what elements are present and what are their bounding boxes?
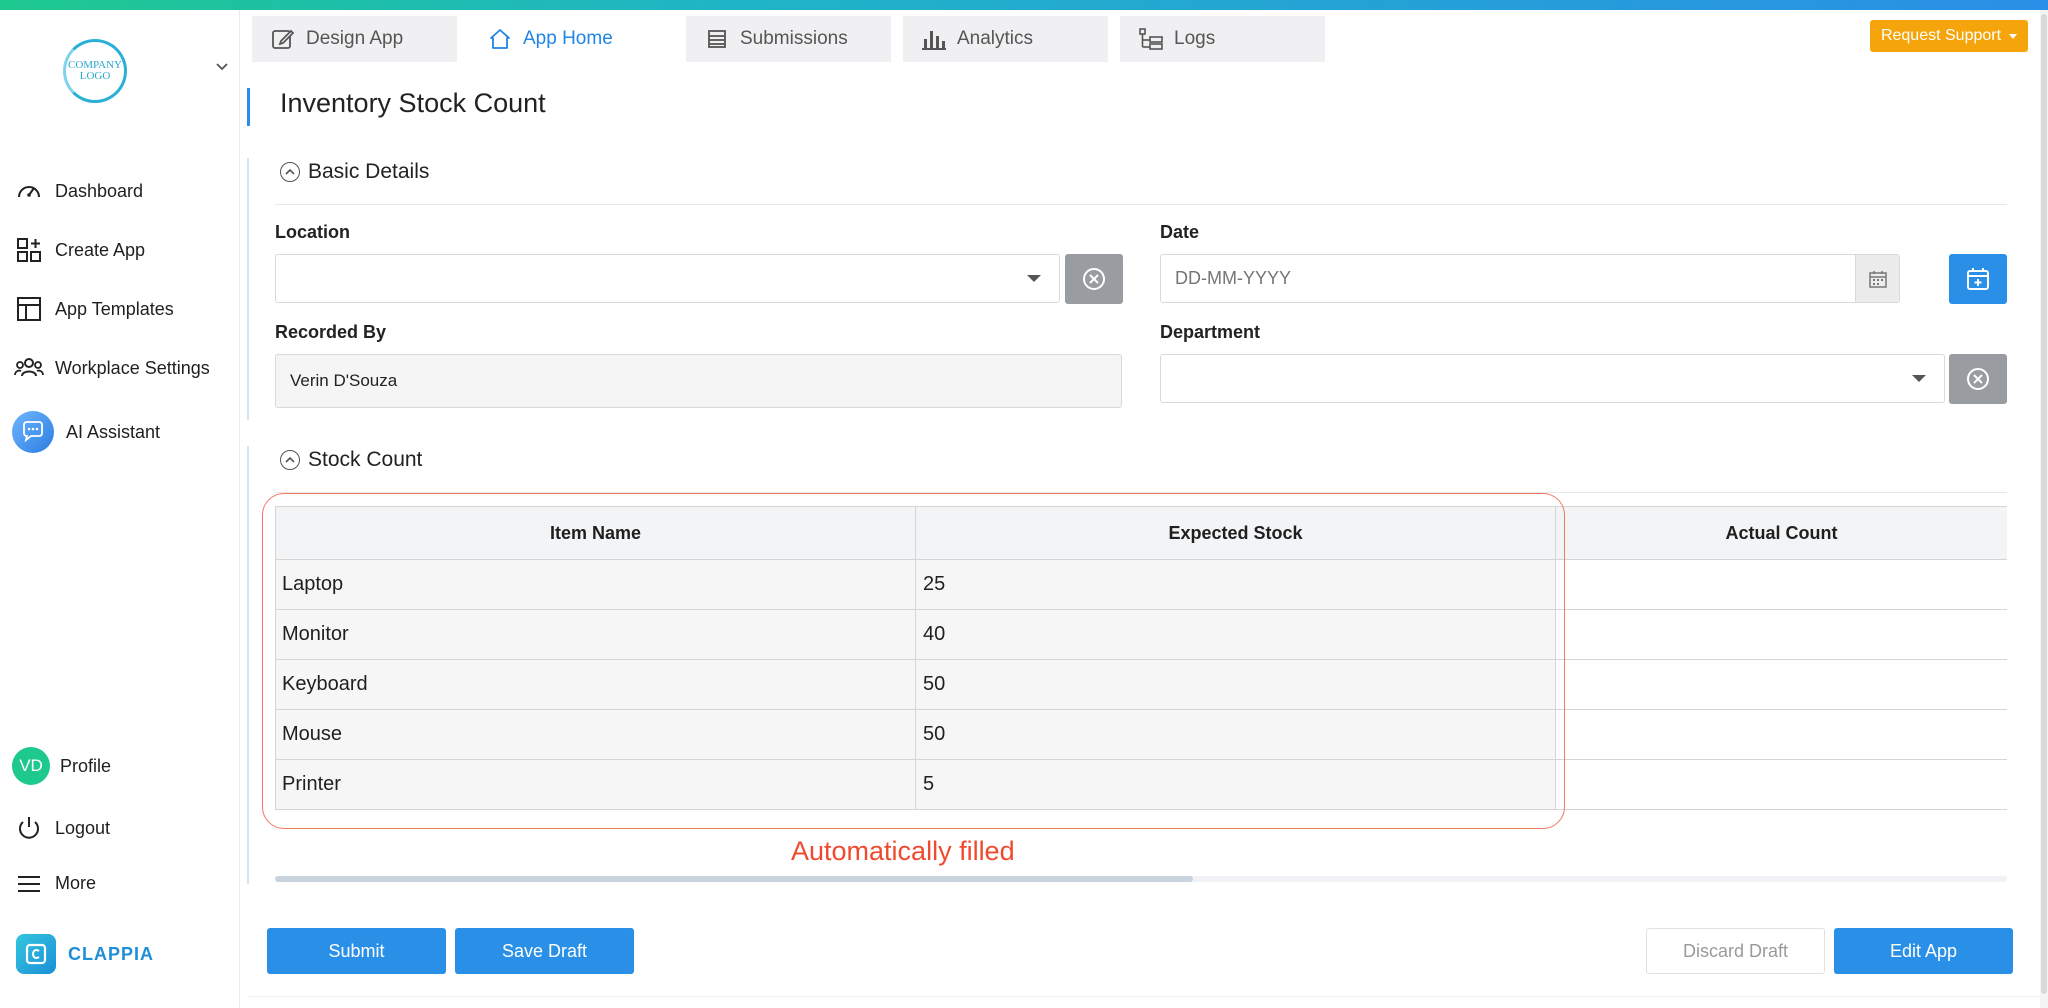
sidebar-item-more[interactable]: More xyxy=(14,868,96,898)
speedometer-icon xyxy=(14,176,44,206)
tab-label: Submissions xyxy=(740,28,848,49)
tab-submissions[interactable]: Submissions xyxy=(686,16,891,62)
section-title: Basic Details xyxy=(308,160,430,183)
discard-draft-button[interactable]: Discard Draft xyxy=(1646,928,1825,974)
sidebar-item-label: Dashboard xyxy=(55,180,144,201)
edit-app-button[interactable]: Edit App xyxy=(1834,928,2013,974)
sidebar: COMPANY LOGO Dashboard Create App App Te… xyxy=(0,10,240,1008)
app-tabs: Design App App Home Submissions Analytic… xyxy=(252,16,1337,62)
section-basic-details[interactable]: Basic Details xyxy=(280,160,429,184)
list-icon xyxy=(704,26,730,52)
calendar-icon[interactable] xyxy=(1855,255,1899,302)
department-clear-button[interactable] xyxy=(1949,354,2007,404)
template-icon xyxy=(14,294,44,324)
avatar: VD xyxy=(12,747,50,785)
save-draft-button[interactable]: Save Draft xyxy=(455,928,634,974)
page-scrollbar-thumb[interactable] xyxy=(2041,14,2047,994)
clappia-logo-icon xyxy=(16,934,56,974)
cell-actual-count[interactable] xyxy=(1556,760,2007,809)
department-select[interactable] xyxy=(1160,354,1945,403)
sidebar-item-label: Logout xyxy=(55,817,111,838)
date-input[interactable] xyxy=(1161,268,1841,289)
section-guide-line xyxy=(247,446,249,884)
sidebar-item-label: Workplace Settings xyxy=(55,357,210,378)
users-icon xyxy=(14,353,44,383)
cell-actual-count[interactable] xyxy=(1556,610,2007,659)
sidebar-item-workplace-settings[interactable]: Workplace Settings xyxy=(14,353,210,383)
tab-app-home[interactable]: App Home xyxy=(469,16,674,62)
date-picker-button[interactable] xyxy=(1949,254,2007,304)
page-scrollbar[interactable] xyxy=(2040,10,2048,1008)
dropdown-arrow-icon xyxy=(1027,275,1041,282)
footer-divider xyxy=(247,996,2040,997)
table-scrollbar-thumb[interactable] xyxy=(275,876,1193,882)
location-select[interactable] xyxy=(275,254,1060,303)
submit-button[interactable]: Submit xyxy=(267,928,446,974)
bar-chart-icon xyxy=(921,26,947,52)
section-divider xyxy=(275,204,2007,205)
home-icon xyxy=(487,26,513,52)
menu-icon xyxy=(14,868,44,898)
logs-icon xyxy=(1138,26,1164,52)
power-icon xyxy=(14,813,44,843)
date-field[interactable] xyxy=(1160,254,1900,303)
sidebar-item-label: AI Assistant xyxy=(66,421,161,442)
caret-down-icon xyxy=(2009,33,2018,39)
grid-plus-icon xyxy=(14,235,44,265)
sidebar-item-label: App Templates xyxy=(55,298,174,319)
company-logo[interactable]: COMPANY LOGO xyxy=(58,34,132,108)
recorded-by-label: Recorded By xyxy=(275,322,387,342)
ai-chat-icon xyxy=(12,411,54,453)
location-label: Location xyxy=(275,222,350,242)
tab-label: Design App xyxy=(306,28,404,49)
brand-name: CLAPPIA xyxy=(68,943,155,964)
tab-analytics[interactable]: Analytics xyxy=(903,16,1108,62)
calendar-plus-icon xyxy=(1967,268,1989,290)
sidebar-item-label: More xyxy=(55,872,97,893)
logo-circle: COMPANY LOGO xyxy=(63,39,127,103)
sidebar-item-ai-assistant[interactable]: AI Assistant xyxy=(12,410,160,454)
sidebar-item-profile[interactable]: VD Profile xyxy=(12,746,111,786)
sidebar-item-label: Create App xyxy=(55,239,146,260)
date-label: Date xyxy=(1160,222,1200,242)
chevron-down-icon[interactable] xyxy=(215,60,229,74)
cell-actual-count[interactable] xyxy=(1556,660,2007,709)
tab-label: App Home xyxy=(523,28,613,49)
sidebar-item-label: Profile xyxy=(60,755,112,776)
page-title: Inventory Stock Count xyxy=(280,88,546,118)
brand-logo[interactable]: CLAPPIA xyxy=(16,934,154,974)
section-title: Stock Count xyxy=(308,448,423,471)
section-stock-count[interactable]: Stock Count xyxy=(280,448,422,472)
tab-label: Logs xyxy=(1174,28,1216,49)
sidebar-item-app-templates[interactable]: App Templates xyxy=(14,294,174,324)
dropdown-arrow-icon xyxy=(1912,375,1926,382)
location-clear-button[interactable] xyxy=(1065,254,1123,304)
tab-label: Analytics xyxy=(957,28,1034,49)
tab-logs[interactable]: Logs xyxy=(1120,16,1325,62)
tab-design-app[interactable]: Design App xyxy=(252,16,457,62)
top-gradient-bar xyxy=(0,0,2048,10)
chevron-up-icon xyxy=(280,450,300,470)
request-support-button[interactable]: Request Support xyxy=(1870,20,2028,52)
recorded-by-field: Verin D'Souza xyxy=(275,354,1122,408)
department-label: Department xyxy=(1160,322,1261,342)
annotation-highlight-box xyxy=(262,493,1565,829)
chevron-up-icon xyxy=(280,162,300,182)
request-support-label: Request Support xyxy=(1880,27,2002,44)
edit-icon xyxy=(270,26,296,52)
annotation-text: Automatically filled xyxy=(791,836,1015,866)
sidebar-item-create-app[interactable]: Create App xyxy=(14,235,145,265)
logo-text-line2: LOGO xyxy=(79,70,111,82)
sidebar-item-logout[interactable]: Logout xyxy=(14,813,110,843)
close-circle-icon xyxy=(1967,368,1989,390)
column-header-actual-count: Actual Count xyxy=(1725,522,1838,543)
sidebar-item-dashboard[interactable]: Dashboard xyxy=(14,176,143,206)
cell-actual-count[interactable] xyxy=(1556,560,2007,609)
close-circle-icon xyxy=(1083,268,1105,290)
title-accent-bar xyxy=(247,88,250,126)
section-guide-line xyxy=(247,158,249,420)
table-horizontal-scrollbar[interactable] xyxy=(275,876,2007,882)
cell-actual-count[interactable] xyxy=(1556,710,2007,759)
